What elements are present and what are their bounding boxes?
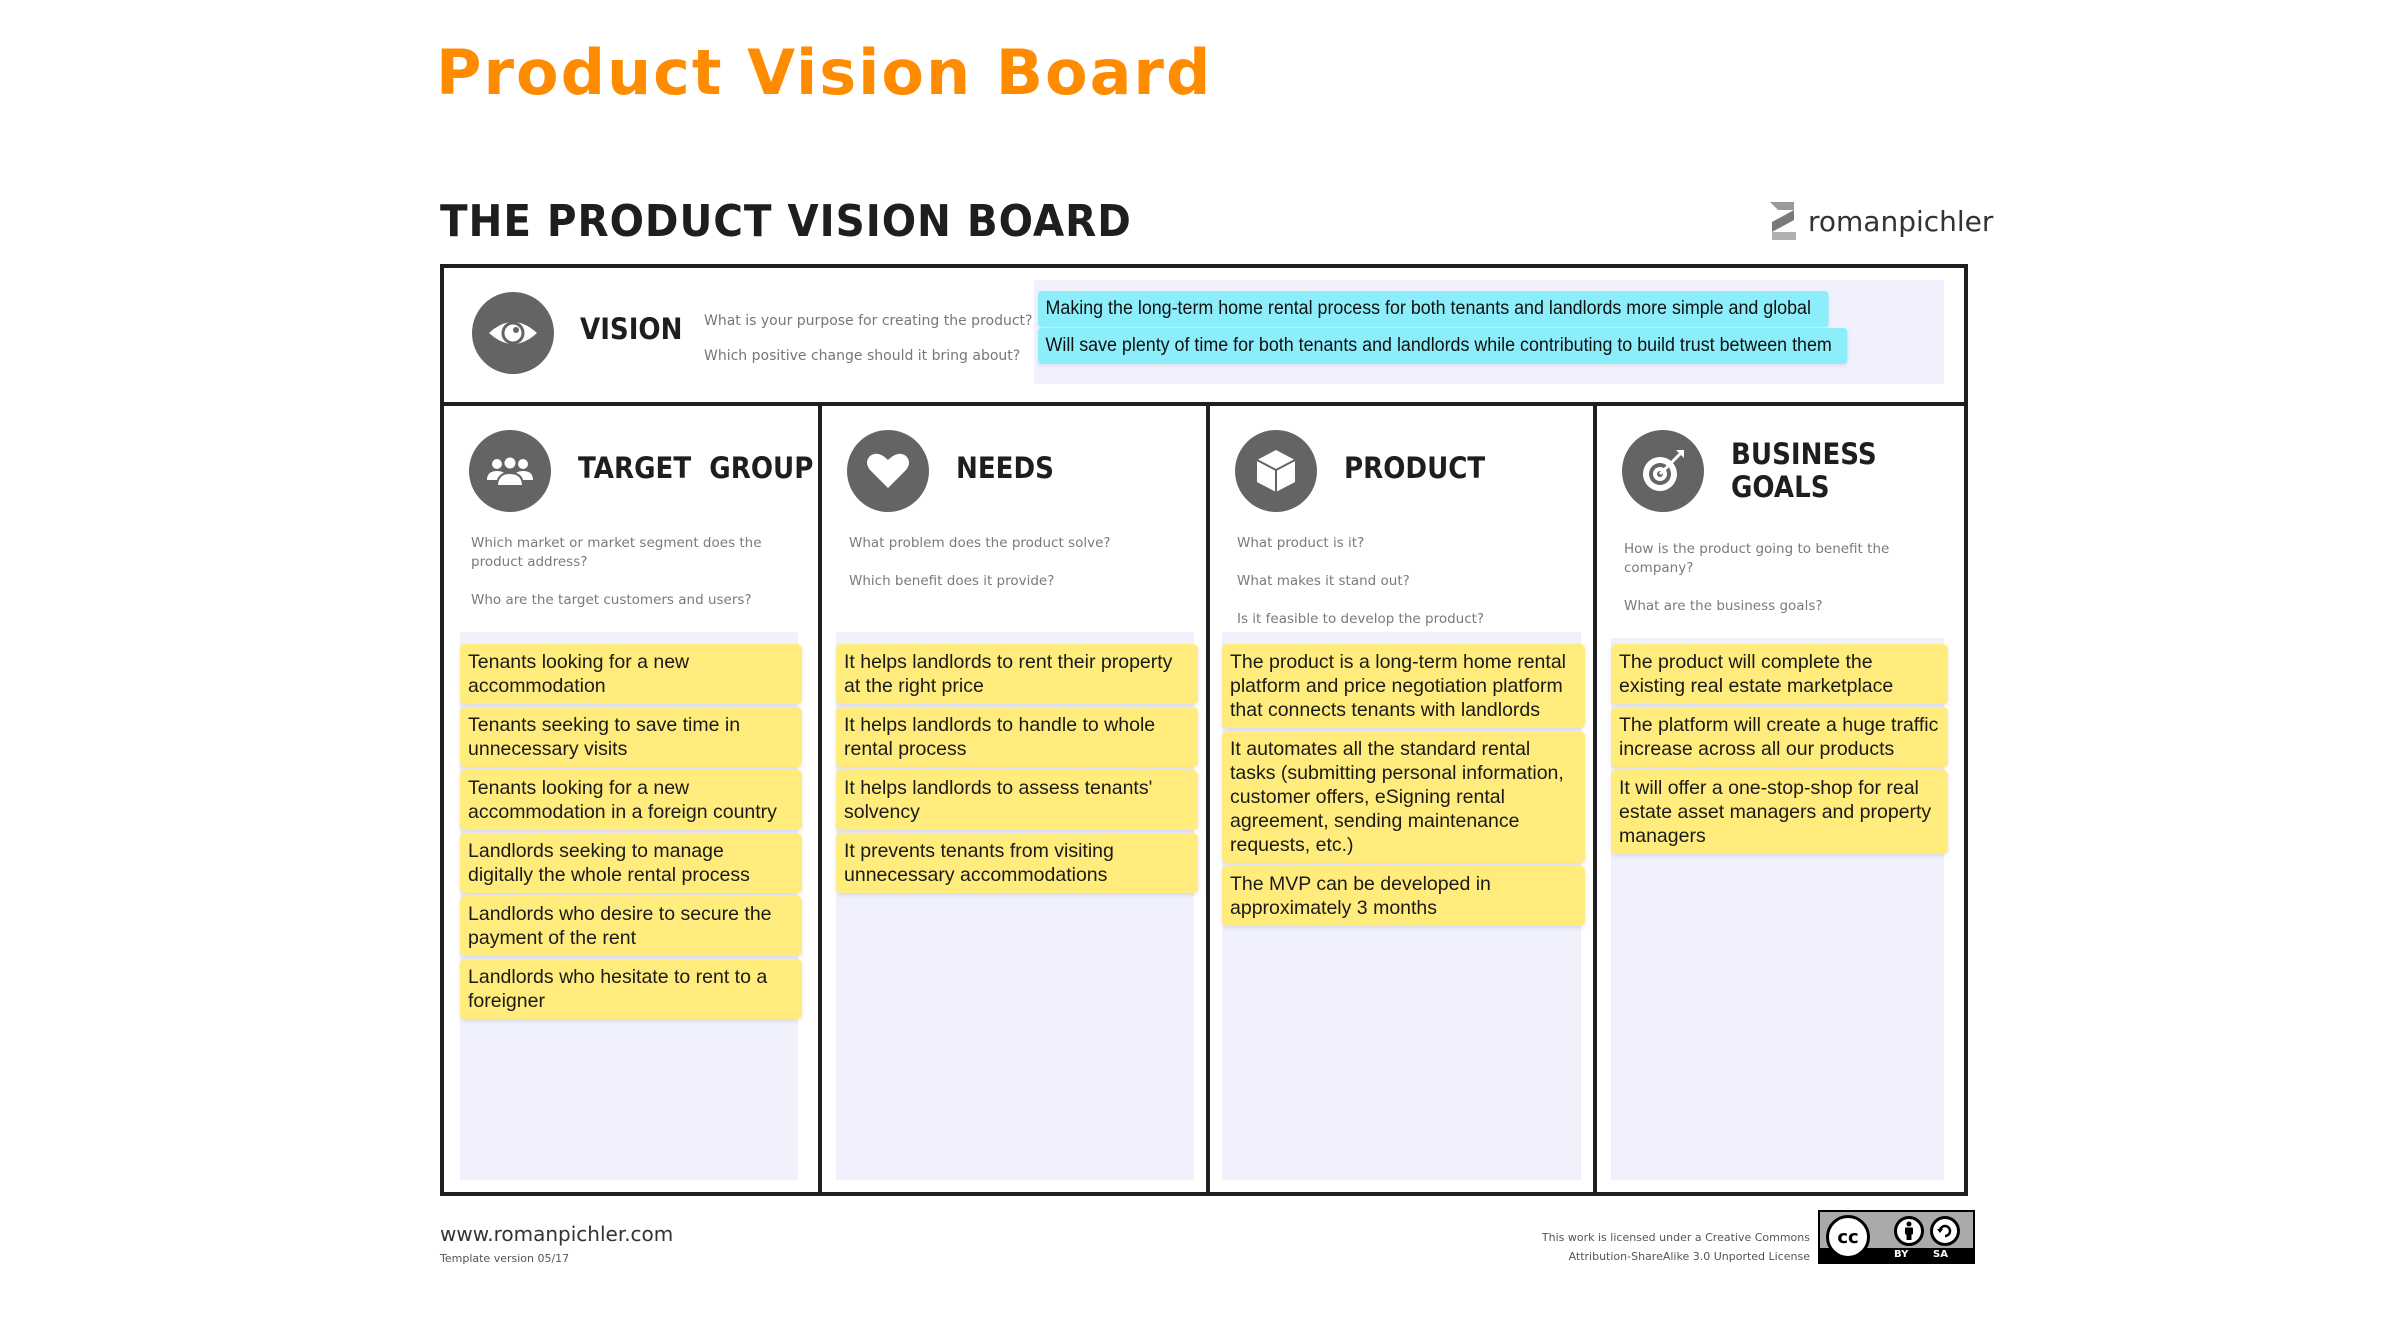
brand-logo[interactable]: romanpichler (1768, 200, 1993, 242)
footer-website-link[interactable]: www.romanpichler.com (440, 1222, 673, 1246)
target-group-sticky-area[interactable]: Tenants looking for a new accommodation … (460, 632, 802, 1180)
sticky-note[interactable]: Landlords who desire to secure the payme… (460, 896, 802, 956)
target-group-prompts: Which market or market segment does the … (471, 534, 781, 629)
business-goals-title-line: BUSINESS (1731, 437, 1877, 471)
sticky-note[interactable]: It helps landlords to handle to whole re… (836, 707, 1198, 767)
vision-sticky-note[interactable]: Making the long-term home rental process… (1038, 291, 1829, 327)
prompt: Is it feasible to develop the product? (1237, 611, 1485, 627)
sticky-note[interactable]: The product will complete the existing r… (1611, 644, 1948, 704)
sticky-note[interactable]: Landlords who hesitate to rent to a fore… (460, 959, 802, 1019)
license-text: This work is licensed under a Creative C… (1542, 1228, 1810, 1266)
needs-sticky-area[interactable]: It helps landlords to rent their propert… (836, 632, 1198, 1180)
romanpichler-logo-icon (1770, 202, 1796, 240)
share-alike-icon (1930, 1216, 1960, 1246)
business-goals-title: BUSINESS GOALS (1731, 438, 1877, 504)
vision-icon-badge (472, 292, 554, 374)
target-icon (1643, 450, 1684, 491)
page-heading: Product Vision Board (436, 36, 1213, 109)
cube-icon (1256, 450, 1296, 492)
prompt: What makes it stand out? (1237, 573, 1410, 589)
sticky-note[interactable]: It helps landlords to rent their propert… (836, 644, 1198, 704)
sticky-note[interactable]: It helps landlords to assess tenants' so… (836, 770, 1198, 830)
cc-icon: cc (1826, 1215, 1870, 1259)
business-goals-icon-badge (1622, 430, 1704, 512)
sticky-note[interactable]: The MVP can be developed in approximatel… (1222, 866, 1585, 926)
business-goals-prompts: How is the product going to benefit the … (1624, 540, 1934, 635)
prompt: What product is it? (1237, 535, 1365, 551)
product-section: PRODUCT What product is it? What makes i… (1206, 406, 1593, 1192)
sticky-note[interactable]: The platform will create a huge traffic … (1611, 707, 1948, 767)
board-columns: TARGET GROUP Which market or market segm… (444, 406, 1964, 1192)
vision-sticky-note[interactable]: Will save plenty of time for both tenant… (1038, 328, 1848, 364)
prompt: What problem does the product solve? (849, 535, 1111, 551)
needs-prompts: What problem does the product solve? Whi… (849, 534, 1159, 610)
share-alike-arrow-icon (1937, 1224, 1952, 1238)
brand-name: romanpichler (1808, 204, 1994, 238)
business-goals-title-line: GOALS (1731, 470, 1830, 504)
by-label: BY (1894, 1249, 1909, 1260)
vision-prompt: What is your purpose for creating the pr… (704, 313, 1033, 329)
prompt: What are the business goals? (1624, 598, 1823, 614)
prompt: Which market or market segment does the … (471, 535, 762, 570)
needs-section: NEEDS What problem does the product solv… (818, 406, 1206, 1192)
target-group-section: TARGET GROUP Which market or market segm… (444, 406, 818, 1192)
product-prompts: What product is it? What makes it stand … (1237, 534, 1547, 648)
people-group-icon (487, 455, 533, 487)
needs-title: NEEDS (956, 451, 1054, 485)
heart-icon (867, 453, 909, 488)
sticky-note[interactable]: Tenants looking for a new accommodation … (460, 770, 802, 830)
sticky-note[interactable]: It will offer a one-stop-shop for real e… (1611, 770, 1948, 854)
vision-prompts: What is your purpose for creating the pr… (704, 304, 1032, 374)
sticky-note[interactable]: It automates all the standard rental tas… (1222, 731, 1585, 863)
product-sticky-area[interactable]: The product is a long-term home rental p… (1222, 632, 1585, 1180)
eye-icon (489, 321, 537, 345)
needs-icon-badge (847, 430, 929, 512)
business-goals-sticky-area[interactable]: The product will complete the existing r… (1611, 638, 1948, 1180)
person-icon (1905, 1221, 1913, 1240)
prompt: How is the product going to benefit the … (1624, 541, 1890, 576)
target-group-title: TARGET GROUP (578, 451, 814, 485)
sa-label: SA (1933, 1249, 1948, 1260)
product-vision-board: VISION What is your purpose for creating… (440, 264, 1968, 1196)
vision-label: VISION (580, 312, 683, 346)
target-group-icon-badge (469, 430, 551, 512)
vision-section: VISION What is your purpose for creating… (444, 268, 1964, 406)
board-title: THE PRODUCT VISION BOARD (440, 196, 1132, 247)
sticky-note[interactable]: Tenants looking for a new accommodation (460, 644, 802, 704)
sticky-note[interactable]: Landlords seeking to manage digitally th… (460, 833, 802, 893)
business-goals-section: BUSINESS GOALS How is the product going … (1593, 406, 1964, 1192)
product-title: PRODUCT (1344, 451, 1486, 485)
template-version: Template version 05/17 (440, 1252, 570, 1265)
sticky-note[interactable]: The product is a long-term home rental p… (1222, 644, 1585, 728)
product-icon-badge (1235, 430, 1317, 512)
sticky-note[interactable]: Tenants seeking to save time in unnecess… (460, 707, 802, 767)
creative-commons-badge[interactable]: cc BY SA (1818, 1210, 1975, 1264)
vision-sticky-area[interactable]: Making the long-term home rental process… (1034, 280, 1944, 384)
attribution-icon (1894, 1216, 1924, 1246)
sticky-note[interactable]: It prevents tenants from visiting unnece… (836, 833, 1198, 893)
prompt: Which benefit does it provide? (849, 573, 1055, 589)
license-line: This work is licensed under a Creative C… (1541, 1231, 1810, 1244)
license-line: Attribution-ShareAlike 3.0 Unported Lice… (1568, 1250, 1810, 1263)
prompt: Who are the target customers and users? (471, 592, 752, 608)
vision-prompt: Which positive change should it bring ab… (704, 348, 1021, 364)
